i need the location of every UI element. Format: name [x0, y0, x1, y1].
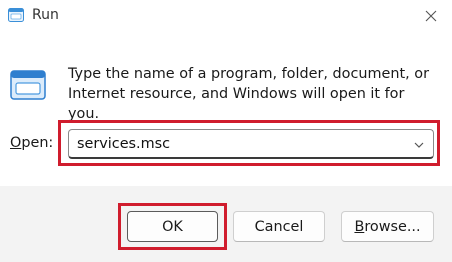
run-icon: [8, 8, 24, 22]
ok-highlight-box: [118, 203, 227, 250]
run-icon: [10, 70, 46, 100]
open-label-text: pen:: [21, 135, 54, 151]
open-input-value[interactable]: services.msc: [77, 136, 170, 152]
window-title: Run: [32, 7, 59, 23]
browse-button[interactable]: Browse...: [341, 211, 434, 242]
close-button[interactable]: [418, 4, 444, 28]
dialog-body: Type the name of a program, folder, docu…: [0, 34, 452, 186]
browse-label: rowse...: [364, 218, 421, 235]
cancel-button[interactable]: Cancel: [233, 211, 325, 242]
browse-accesskey: B: [354, 218, 365, 235]
open-label-accesskey: O: [10, 135, 22, 151]
close-icon: [425, 10, 437, 22]
chevron-down-icon[interactable]: [413, 139, 425, 151]
title-bar: Run: [0, 0, 452, 34]
open-label: Open:: [10, 135, 53, 151]
open-combobox[interactable]: services.msc: [68, 129, 434, 159]
description-text: Type the name of a program, folder, docu…: [68, 66, 430, 122]
